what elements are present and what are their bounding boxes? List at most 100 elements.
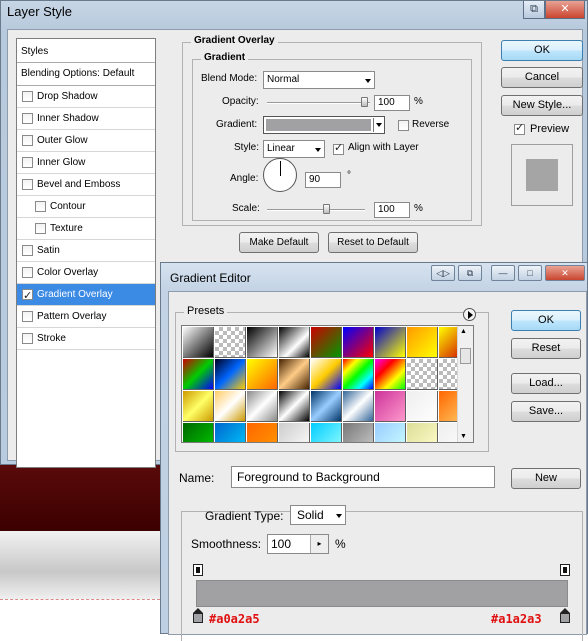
right-opacity-stop[interactable] [560, 564, 570, 576]
save-button[interactable]: Save... [511, 401, 581, 422]
expand-icon[interactable]: ◁▷ [431, 265, 455, 281]
scale-slider-track[interactable] [267, 209, 365, 211]
chevron-right-icon[interactable]: ▸ [310, 535, 328, 553]
preset-swatch[interactable] [343, 359, 374, 390]
style-item-checkbox[interactable] [22, 113, 33, 124]
left-color-stop[interactable] [193, 608, 203, 624]
preset-swatch[interactable] [375, 391, 406, 422]
preset-swatch[interactable] [183, 423, 214, 442]
preset-swatch[interactable] [407, 359, 438, 390]
preset-swatch[interactable] [343, 391, 374, 422]
style-item-checkbox[interactable] [22, 286, 33, 307]
style-item-checkbox[interactable] [35, 223, 46, 234]
gradient-name-input[interactable]: Foreground to Background [231, 466, 495, 488]
presets-menu-icon[interactable] [463, 308, 476, 321]
close-icon[interactable]: ✕ [545, 1, 585, 19]
style-item-checkbox[interactable] [22, 311, 33, 322]
style-item-checkbox[interactable] [22, 245, 33, 256]
preset-swatch[interactable] [247, 391, 278, 422]
scale-slider-thumb[interactable] [323, 204, 330, 214]
right-color-stop[interactable] [560, 608, 570, 624]
make-default-button[interactable]: Make Default [239, 232, 319, 253]
style-item-bevel-and-emboss[interactable]: Bevel and Emboss [17, 174, 155, 196]
preset-swatch[interactable] [215, 391, 246, 422]
style-item-checkbox[interactable] [22, 91, 33, 102]
preset-swatch[interactable] [215, 359, 246, 390]
scale-input[interactable]: 100 [374, 202, 410, 218]
style-item-pattern-overlay[interactable]: Pattern Overlay [17, 306, 155, 328]
preset-swatch[interactable] [375, 359, 406, 390]
opacity-slider-track[interactable] [267, 102, 370, 104]
maximize-icon[interactable]: □ [518, 265, 542, 281]
new-gradient-button[interactable]: New [511, 468, 581, 489]
minimize-icon[interactable]: — [491, 265, 515, 281]
preset-swatch[interactable] [311, 423, 342, 442]
angle-input[interactable]: 90 [305, 172, 341, 188]
preset-swatch[interactable] [183, 391, 214, 422]
style-item-texture[interactable]: Texture [17, 218, 155, 240]
gradient-preview-bar[interactable] [196, 580, 568, 607]
preset-swatch[interactable] [279, 391, 310, 422]
style-item-checkbox[interactable] [22, 135, 33, 146]
opacity-slider-thumb[interactable] [361, 97, 368, 107]
gradient-swatch[interactable] [266, 119, 371, 131]
ge-ok-button[interactable]: OK [511, 310, 581, 331]
preset-swatch[interactable] [343, 327, 374, 358]
style-item-inner-glow[interactable]: Inner Glow [17, 152, 155, 174]
gradient-type-select[interactable]: Solid [290, 505, 346, 525]
style-item-stroke[interactable]: Stroke [17, 328, 155, 350]
preset-swatch[interactable] [407, 327, 438, 358]
preset-swatch[interactable] [247, 423, 278, 442]
preset-swatch[interactable] [183, 327, 214, 358]
gradient-dropdown[interactable] [373, 118, 383, 132]
style-item-checkbox[interactable] [35, 201, 46, 212]
preset-swatch[interactable] [407, 391, 438, 422]
preset-swatch[interactable] [311, 327, 342, 358]
preset-swatch[interactable] [311, 391, 342, 422]
help-icon[interactable]: ⧉ [458, 265, 482, 281]
opacity-input[interactable]: 100 [374, 95, 410, 111]
close-icon[interactable]: ✕ [545, 265, 585, 281]
preset-swatch[interactable] [407, 423, 438, 442]
style-item-gradient-overlay[interactable]: Gradient Overlay [17, 284, 155, 307]
preset-swatch[interactable] [279, 327, 310, 358]
preset-swatch[interactable] [375, 327, 406, 358]
style-item-checkbox[interactable] [22, 179, 33, 190]
style-item-satin[interactable]: Satin [17, 240, 155, 262]
style-item-color-overlay[interactable]: Color Overlay [17, 262, 155, 284]
gradient-picker[interactable] [263, 116, 385, 134]
preset-swatch[interactable] [279, 359, 310, 390]
style-item-drop-shadow[interactable]: Drop Shadow [17, 86, 155, 108]
reverse-checkbox[interactable] [398, 120, 409, 131]
preset-swatch[interactable] [183, 359, 214, 390]
scroll-up-icon[interactable]: ▲ [460, 328, 467, 335]
preset-scrollbar[interactable]: ▲ ▼ [457, 326, 473, 442]
load-button[interactable]: Load... [511, 373, 581, 394]
style-select[interactable]: Linear [263, 140, 325, 158]
new-style-button[interactable]: New Style... [501, 95, 583, 116]
ge-reset-button[interactable]: Reset [511, 338, 581, 359]
reset-to-default-button[interactable]: Reset to Default [328, 232, 418, 253]
preset-swatch[interactable] [375, 423, 406, 442]
style-item-checkbox[interactable] [22, 267, 33, 278]
left-opacity-stop[interactable] [193, 564, 203, 576]
style-item-inner-shadow[interactable]: Inner Shadow [17, 108, 155, 130]
preset-swatch[interactable] [247, 327, 278, 358]
ok-button[interactable]: OK [501, 40, 583, 61]
style-item-checkbox[interactable] [22, 333, 33, 344]
blending-options-item[interactable]: Blending Options: Default [17, 63, 155, 86]
style-item-contour[interactable]: Contour [17, 196, 155, 218]
blend-mode-select[interactable]: Normal [263, 71, 375, 89]
help-icon[interactable]: ⧉ [523, 1, 545, 19]
preset-swatch[interactable] [279, 423, 310, 442]
style-item-checkbox[interactable] [22, 157, 33, 168]
angle-dial[interactable] [263, 158, 297, 192]
styles-header[interactable]: Styles [17, 41, 155, 63]
smoothness-input[interactable]: 100 ▸ [267, 534, 329, 554]
preset-swatch[interactable] [215, 423, 246, 442]
align-with-layer-checkbox[interactable] [333, 141, 344, 155]
scroll-down-icon[interactable]: ▼ [460, 433, 467, 440]
cancel-button[interactable]: Cancel [501, 67, 583, 88]
style-item-outer-glow[interactable]: Outer Glow [17, 130, 155, 152]
preset-swatch[interactable] [311, 359, 342, 390]
